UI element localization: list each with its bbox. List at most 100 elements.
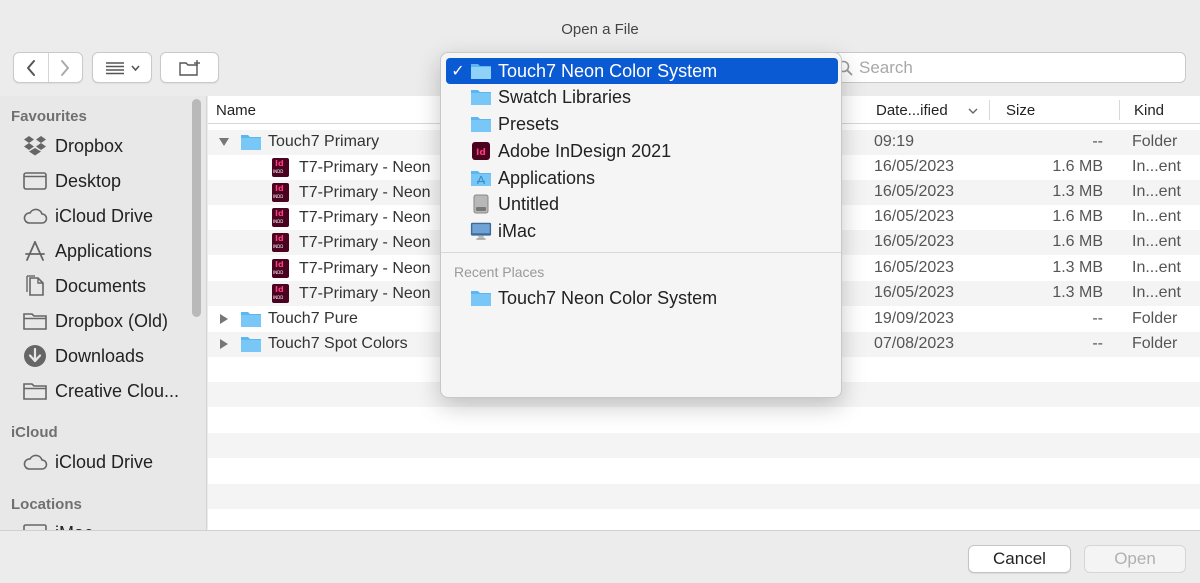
sidebar-item-label: iCloud Drive (55, 205, 154, 226)
file-name: T7-Primary - Neon (299, 183, 431, 201)
path-menu-item-swatch-libraries[interactable]: Swatch Libraries (446, 84, 838, 110)
chevron-left-icon (26, 59, 35, 76)
file-name-cell: T7-Primary - Neon (272, 284, 431, 303)
folder-icon (22, 380, 48, 402)
file-name-cell: Touch7 Pure (218, 310, 358, 328)
empty-row (208, 509, 1200, 530)
sidebar-item-icloud-drive-2[interactable]: iCloud Drive (22, 447, 153, 477)
file-kind: In...ent (1132, 233, 1181, 250)
recent-places-heading: Recent Places (454, 264, 545, 280)
indesign-document-icon (272, 208, 289, 227)
chevron-right-icon (61, 59, 70, 76)
file-size: -- (1092, 133, 1103, 150)
indesign-app-icon: Id (470, 141, 492, 161)
forward-button[interactable] (47, 53, 82, 82)
sidebar-item-applications[interactable]: Applications (22, 236, 152, 266)
file-name: Touch7 Primary (268, 133, 380, 150)
sidebar-item-label: iMac (55, 523, 93, 531)
sidebar-heading-favourites: Favourites (11, 108, 87, 125)
path-menu-label: Swatch Libraries (498, 86, 632, 107)
file-name-cell: T7-Primary - Neon (272, 183, 431, 202)
path-menu-item-untitled[interactable]: Untitled (446, 191, 838, 217)
disk-icon (470, 194, 492, 214)
column-date-modified[interactable]: Date...ified (876, 102, 948, 119)
sidebar-item-label: Applications (55, 240, 153, 261)
sidebar-item-documents[interactable]: Documents (22, 271, 146, 301)
empty-row (208, 458, 1200, 483)
sidebar-item-label: Creative Clou... (55, 380, 180, 401)
indesign-document-icon (272, 284, 289, 303)
folder-icon (470, 114, 492, 134)
navigation-buttons (13, 52, 83, 83)
path-menu-item-touch7-neon[interactable]: ✓ Touch7 Neon Color System (446, 58, 838, 84)
path-menu-item-adobe-indesign[interactable]: Id Adobe InDesign 2021 (446, 138, 838, 164)
path-menu-item-imac[interactable]: iMac (446, 218, 838, 244)
new-folder-icon (178, 59, 200, 76)
file-name-cell: Touch7 Primary (218, 133, 379, 151)
sidebar-item-label: Downloads (55, 345, 145, 366)
file-size: -- (1092, 310, 1103, 327)
file-name-cell: T7-Primary - Neon (272, 208, 431, 227)
view-mode-button[interactable] (92, 52, 152, 83)
column-name[interactable]: Name (216, 102, 256, 119)
indesign-document-icon (272, 233, 289, 252)
applications-icon (22, 240, 48, 262)
file-kind: In...ent (1132, 158, 1181, 175)
disclosure-expanded-icon[interactable] (218, 136, 230, 148)
sidebar-item-dropbox-old[interactable]: Dropbox (Old) (22, 306, 168, 336)
file-kind: Folder (1132, 133, 1178, 150)
path-menu-label: Untitled (498, 193, 560, 214)
search-field[interactable]: Search (826, 52, 1186, 83)
title-bar: Open a File (0, 0, 1200, 52)
path-popup-menu: ✓ Touch7 Neon Color System Swatch Librar… (440, 52, 842, 398)
path-menu-item-presets[interactable]: Presets (446, 111, 838, 137)
back-button[interactable] (14, 53, 48, 82)
file-size: 1.3 MB (1052, 284, 1103, 301)
file-kind: In...ent (1132, 208, 1181, 225)
svg-text:Id: Id (476, 148, 486, 158)
file-date: 19/09/2023 (874, 310, 955, 327)
cloud-icon (22, 205, 48, 227)
sidebar-item-downloads[interactable]: Downloads (22, 341, 144, 371)
file-name-cell: T7-Primary - Neon (272, 259, 431, 278)
empty-row (208, 484, 1200, 509)
file-kind: In...ent (1132, 284, 1181, 301)
file-kind: In...ent (1132, 259, 1181, 276)
open-button[interactable]: Open (1084, 545, 1186, 573)
sidebar-item-label: Desktop (55, 170, 122, 191)
column-kind[interactable]: Kind (1134, 102, 1164, 119)
document-icon (22, 275, 48, 297)
sidebar-item-icloud-drive[interactable]: iCloud Drive (22, 201, 153, 231)
empty-row (208, 407, 1200, 432)
file-size: 1.6 MB (1052, 233, 1103, 250)
folder-icon (22, 310, 48, 332)
file-size: 1.3 MB (1052, 183, 1103, 200)
sidebar-scrollbar[interactable] (192, 99, 201, 317)
sidebar-item-dropbox[interactable]: Dropbox (22, 131, 123, 161)
column-separator (1119, 100, 1120, 120)
cancel-button[interactable]: Cancel (968, 545, 1071, 573)
file-name: Touch7 Spot Colors (268, 335, 408, 352)
sidebar-item-label: Dropbox (Old) (55, 310, 169, 331)
folder-icon (470, 288, 492, 308)
new-folder-button[interactable] (160, 52, 219, 83)
folder-icon (241, 135, 261, 150)
desktop-icon (22, 170, 48, 192)
file-size: 1.3 MB (1052, 259, 1103, 276)
disclosure-collapsed-icon[interactable] (218, 338, 230, 350)
sidebar-item-desktop[interactable]: Desktop (22, 166, 121, 196)
path-menu-label: Presets (498, 113, 560, 134)
sidebar-item-creative-cloud[interactable]: Creative Clou... (22, 376, 179, 406)
indesign-document-icon (272, 259, 289, 278)
column-size[interactable]: Size (1006, 102, 1035, 119)
file-date: 07/08/2023 (874, 335, 955, 352)
folder-icon (470, 87, 492, 107)
sidebar-item-imac[interactable]: iMac (22, 518, 93, 530)
sidebar-heading-locations: Locations (11, 496, 82, 513)
file-kind: Folder (1132, 335, 1178, 352)
disclosure-collapsed-icon[interactable] (218, 313, 230, 325)
file-name-cell: Touch7 Spot Colors (218, 335, 408, 353)
recent-place-touch7-neon[interactable]: Touch7 Neon Color System (446, 285, 838, 311)
path-menu-label: iMac (498, 220, 537, 241)
path-menu-item-applications[interactable]: Applications (446, 165, 838, 191)
